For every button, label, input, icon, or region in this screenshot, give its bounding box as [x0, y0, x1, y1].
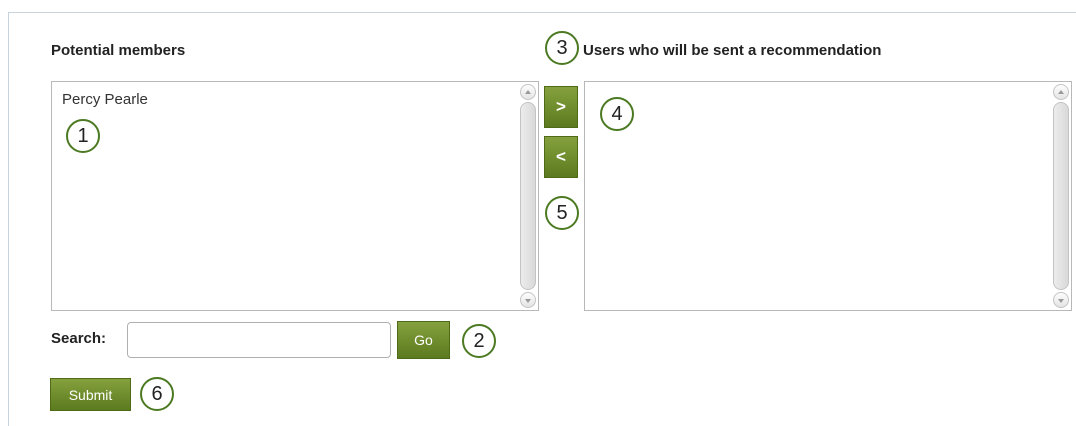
- callout-5: 5: [545, 196, 579, 230]
- recommendation-users-listbox[interactable]: [584, 81, 1072, 311]
- scroll-down-arrow-icon[interactable]: [1053, 292, 1069, 308]
- callout-3: 3: [545, 31, 579, 65]
- callout-6: 6: [140, 377, 174, 411]
- recommendation-users-heading: Users who will be sent a recommendation: [583, 42, 882, 59]
- scroll-up-arrow-icon[interactable]: [1053, 84, 1069, 100]
- search-input[interactable]: [127, 322, 391, 358]
- submit-button[interactable]: Submit: [50, 378, 131, 411]
- scroll-up-arrow-icon[interactable]: [520, 84, 536, 100]
- scrollbar-thumb[interactable]: [520, 102, 536, 290]
- list-item[interactable]: Percy Pearle: [62, 91, 148, 108]
- callout-1: 1: [66, 119, 100, 153]
- potential-members-listbox[interactable]: Percy Pearle: [51, 81, 539, 311]
- potential-members-scrollbar[interactable]: [520, 84, 536, 308]
- scroll-down-arrow-icon[interactable]: [520, 292, 536, 308]
- go-button[interactable]: Go: [397, 321, 450, 359]
- remove-member-button[interactable]: <: [544, 136, 578, 178]
- potential-members-heading: Potential members: [51, 42, 186, 59]
- callout-2: 2: [462, 324, 496, 358]
- callout-4: 4: [600, 97, 634, 131]
- add-member-button[interactable]: >: [544, 86, 578, 128]
- search-label: Search:: [51, 330, 107, 347]
- recommendation-users-scrollbar[interactable]: [1053, 84, 1069, 308]
- scrollbar-thumb[interactable]: [1053, 102, 1069, 290]
